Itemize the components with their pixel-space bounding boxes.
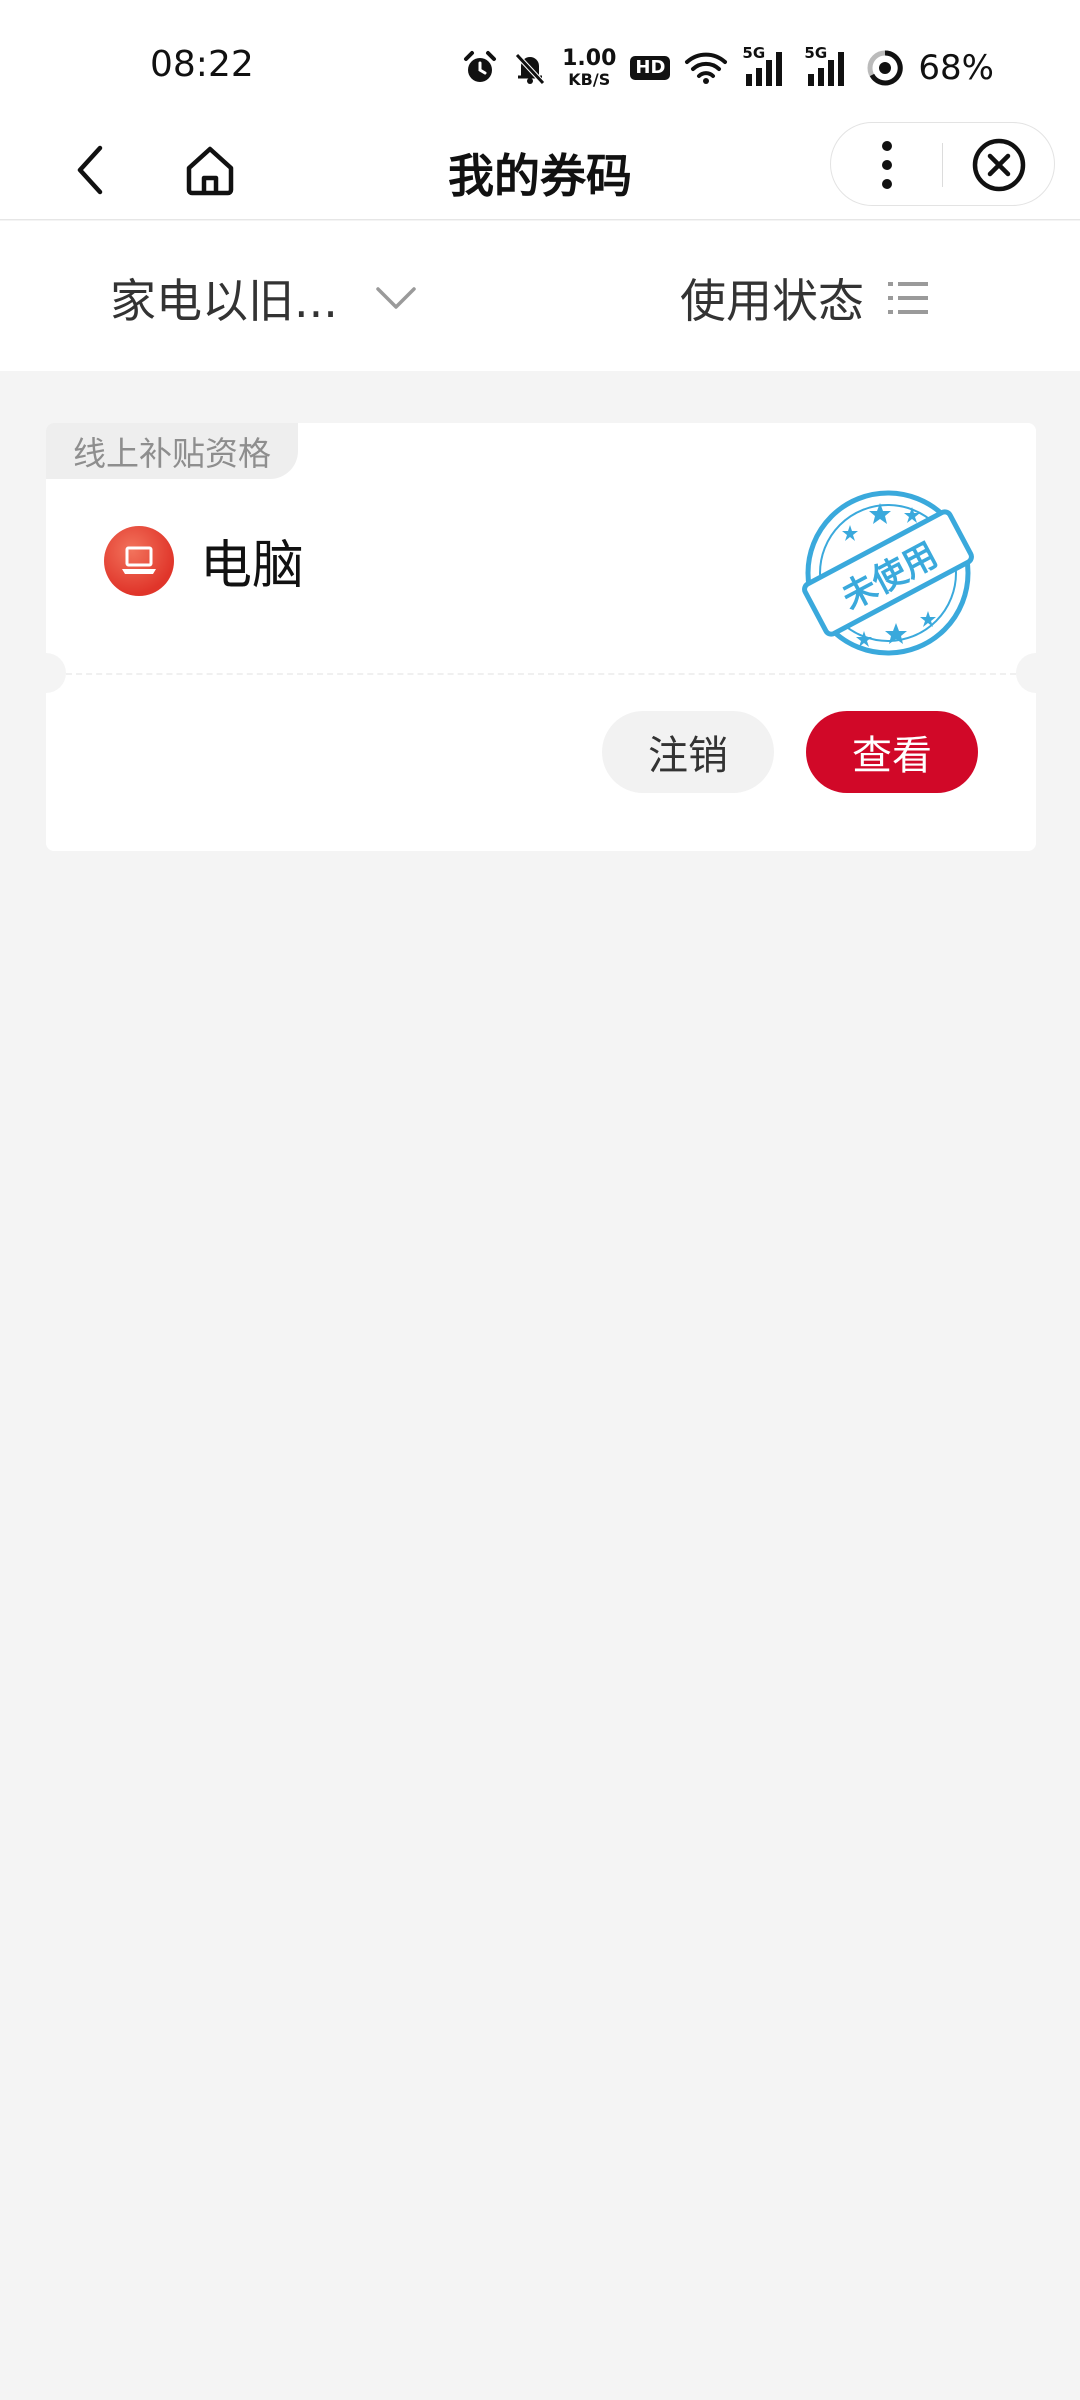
- coupon-product: 电脑: [104, 523, 304, 598]
- status-filter[interactable]: 使用状态: [680, 265, 930, 331]
- battery-ring-icon: [867, 50, 904, 86]
- laptop-icon: [104, 525, 174, 596]
- nav-bar: 我的券码: [0, 122, 1080, 220]
- card-notch-right: [1016, 653, 1056, 693]
- capsule-divider: [942, 143, 943, 187]
- card-notch-left: [26, 653, 66, 693]
- chevron-down-icon: [376, 287, 416, 309]
- bell-muted-icon: [515, 53, 545, 85]
- filter-bar: 家电以旧... 使用状态: [0, 221, 1080, 371]
- product-name: 电脑: [200, 536, 305, 596]
- signal-icon: 5G: [742, 44, 790, 88]
- status-bar: 08:22 1.00 KB/S HD 5G 5G 68%: [0, 0, 1080, 122]
- close-button[interactable]: [967, 133, 1031, 197]
- category-filter-label: 家电以旧...: [110, 274, 338, 328]
- net-speed: 1.00 KB/S: [562, 48, 616, 88]
- net-speed-unit: KB/S: [568, 70, 611, 89]
- mini-program-capsule: [830, 122, 1055, 206]
- status-stamp: 未使用: [788, 473, 988, 673]
- status-time: 08:22: [150, 44, 254, 85]
- category-filter[interactable]: 家电以旧...: [110, 265, 418, 331]
- battery-percent: 68%: [918, 48, 994, 88]
- status-icons: 1.00 KB/S HD 5G 5G 68%: [462, 44, 994, 92]
- card-divider: [66, 673, 1016, 675]
- list-icon: [888, 282, 928, 314]
- signal-icon: 5G: [804, 44, 852, 88]
- hd-badge: HD: [630, 56, 671, 80]
- net-speed-value: 1.00: [562, 46, 617, 71]
- more-vertical-icon: [882, 141, 892, 189]
- coupon-card[interactable]: 线上补贴资格 电脑 未使用 注销 查看: [26, 423, 1056, 851]
- close-circle-icon: [972, 138, 1026, 192]
- cancel-coupon-button[interactable]: 注销: [602, 711, 774, 793]
- view-coupon-button[interactable]: 查看: [806, 711, 978, 793]
- coupon-tag: 线上补贴资格: [46, 423, 298, 479]
- wifi-icon: [685, 52, 728, 84]
- alarm-icon: [464, 51, 497, 82]
- more-button[interactable]: [855, 133, 919, 197]
- status-filter-label: 使用状态: [680, 274, 864, 328]
